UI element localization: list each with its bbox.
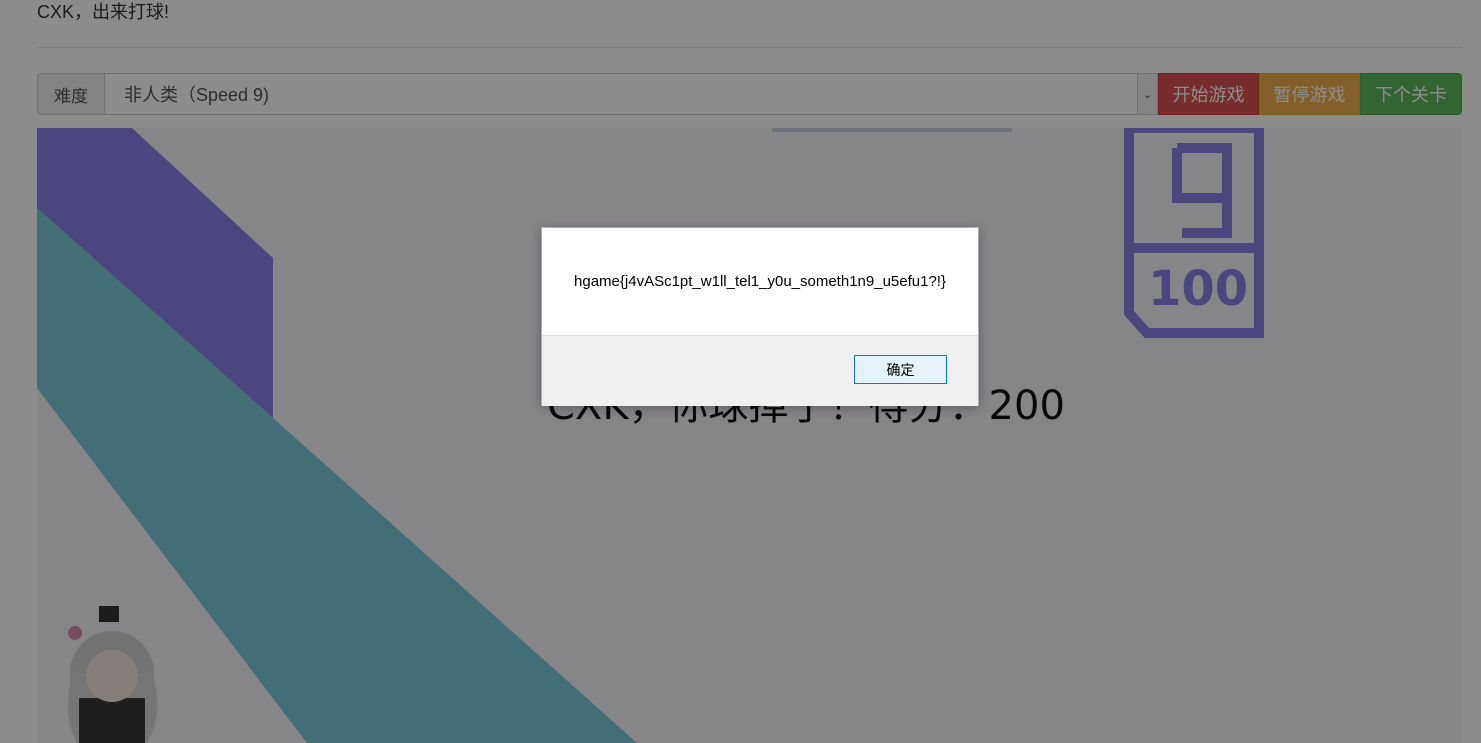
alert-footer: 确定 bbox=[542, 335, 978, 406]
ok-button[interactable]: 确定 bbox=[854, 355, 947, 384]
alert-message: hgame{j4vASc1pt_w1ll_tel1_y0u_someth1n9_… bbox=[574, 273, 946, 290]
alert-dialog: hgame{j4vASc1pt_w1ll_tel1_y0u_someth1n9_… bbox=[541, 227, 979, 406]
